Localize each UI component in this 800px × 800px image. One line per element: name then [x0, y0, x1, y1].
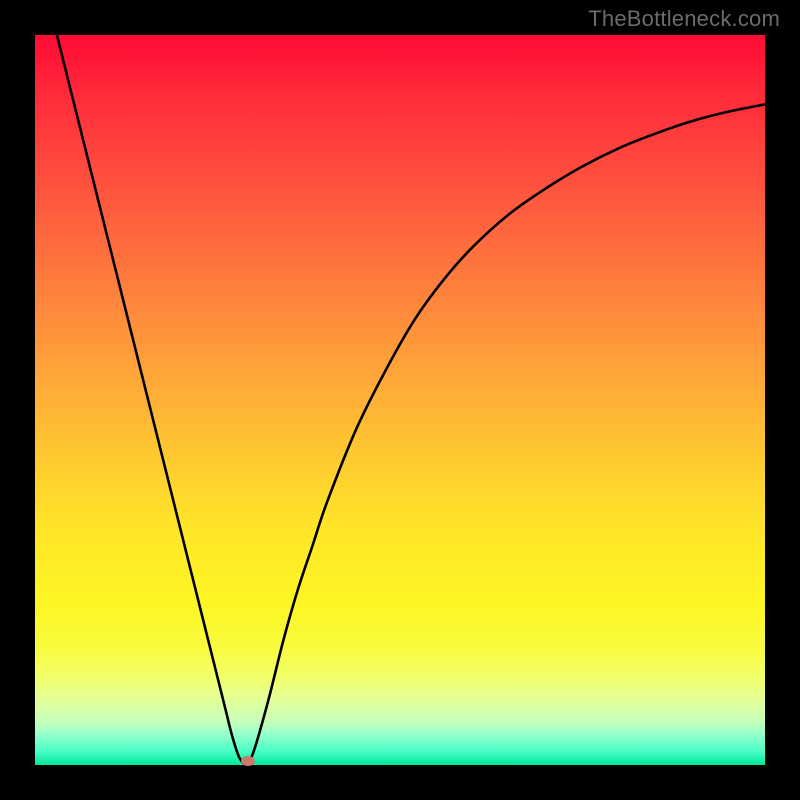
optimum-marker — [241, 756, 255, 766]
plot-area — [35, 35, 765, 765]
chart-container: TheBottleneck.com — [0, 0, 800, 800]
watermark-text: TheBottleneck.com — [588, 6, 780, 32]
